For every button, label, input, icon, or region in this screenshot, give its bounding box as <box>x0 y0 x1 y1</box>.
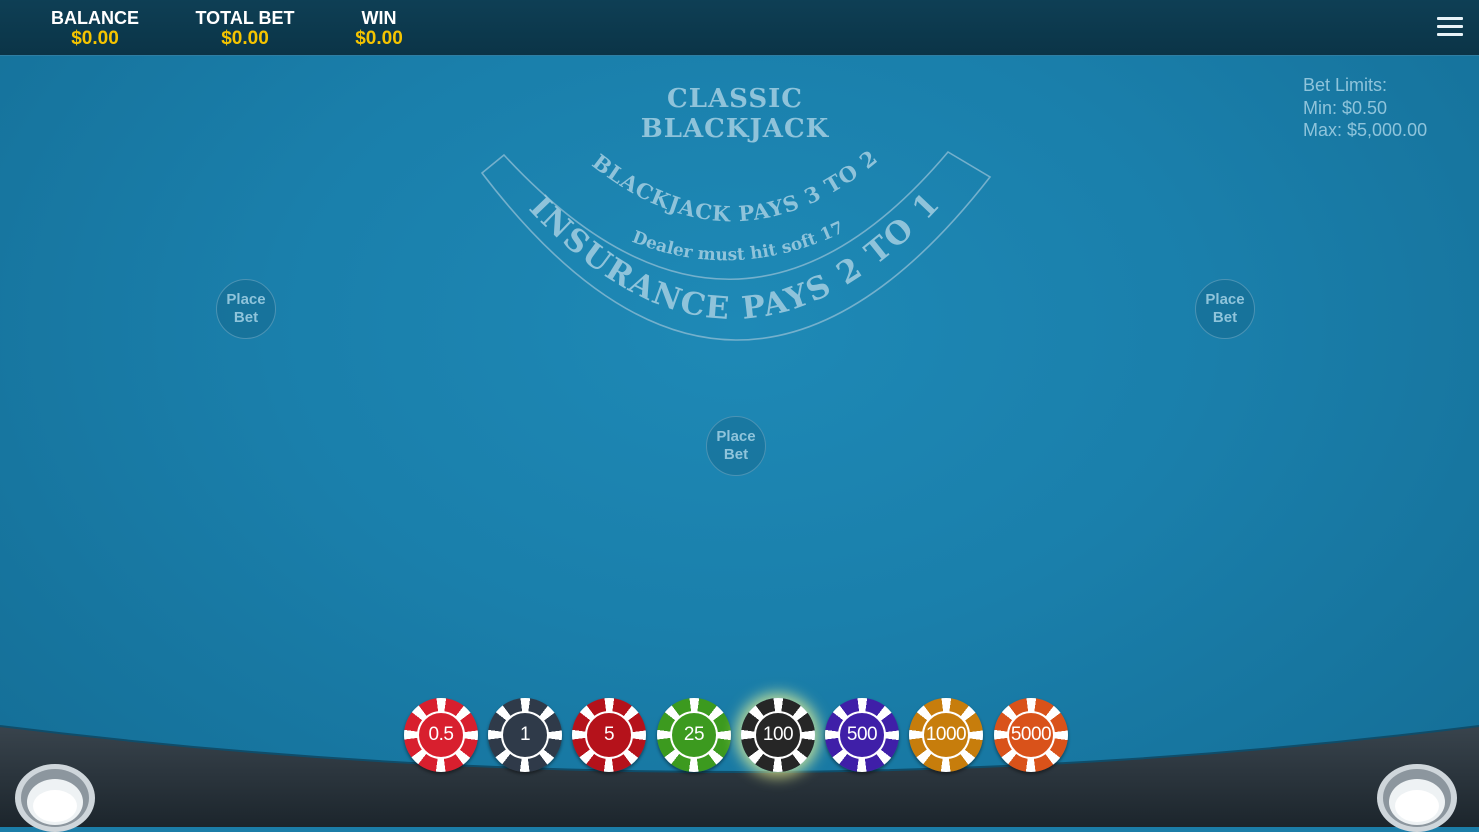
game-title-line1: CLASSIC <box>667 84 803 114</box>
balance-display: BALANCE $0.00 <box>50 8 140 49</box>
balance-value: $0.00 <box>71 28 119 49</box>
place-bet-label: Place <box>716 428 756 445</box>
chip-value: 0.5 <box>417 711 465 759</box>
chip-value: 5 <box>585 711 633 759</box>
balance-label: BALANCE <box>51 8 139 28</box>
cup-holder-right-icon <box>1377 764 1457 832</box>
place-bet-spot-left[interactable]: Place Bet <box>216 279 276 339</box>
total-bet-value: $0.00 <box>221 28 269 49</box>
place-bet-label: Bet <box>233 309 259 326</box>
chip-value: 1 <box>501 711 549 759</box>
place-bet-label: Bet <box>1212 309 1238 326</box>
chip-500[interactable]: 500 <box>825 698 899 772</box>
chip-value: 100 <box>754 711 802 759</box>
bet-limits: Bet Limits: Min: $0.50 Max: $5,000.00 <box>1303 74 1427 142</box>
win-display: WIN $0.00 <box>345 8 413 49</box>
chip-1[interactable]: 1 <box>488 698 562 772</box>
chip-value: 500 <box>838 711 886 759</box>
bet-limits-min: Min: $0.50 <box>1303 97 1388 118</box>
chip-value: 25 <box>670 711 718 759</box>
bet-limits-max: Max: $5,000.00 <box>1303 120 1428 140</box>
chip-5000[interactable]: 5000 <box>994 698 1068 772</box>
chip-100[interactable]: 100 <box>741 698 815 772</box>
top-bar: BALANCE $0.00 TOTAL BET $0.00 WIN $0.00 <box>0 0 1479 56</box>
bet-limits-label: Bet Limits: <box>1303 75 1388 95</box>
chip-0-5[interactable]: 0.5 <box>404 698 478 772</box>
chip-value: 1000 <box>922 711 970 759</box>
place-bet-label: Place <box>1205 291 1245 308</box>
chip-5[interactable]: 5 <box>572 698 646 772</box>
table-rail <box>0 725 1479 827</box>
blackjack-payout-text: BLACKJACK PAYS 3 TO 2 <box>588 144 883 226</box>
place-bet-spot-right[interactable]: Place Bet <box>1195 279 1255 339</box>
win-value: $0.00 <box>355 28 403 49</box>
place-bet-spot-center[interactable]: Place Bet <box>706 416 766 476</box>
table-rules-arc: BLACKJACK PAYS 3 TO 2 Dealer must hit so… <box>480 144 992 341</box>
cup-holder-left-icon <box>15 764 95 832</box>
place-bet-label: Bet <box>723 446 749 463</box>
chip-value: 5000 <box>1007 711 1055 759</box>
chip-1000[interactable]: 1000 <box>909 698 983 772</box>
total-bet-display: TOTAL BET $0.00 <box>193 8 297 49</box>
chip-25[interactable]: 25 <box>657 698 731 772</box>
place-bet-label: Place <box>226 291 266 308</box>
total-bet-label: TOTAL BET <box>195 8 295 28</box>
win-label: WIN <box>361 8 397 28</box>
hamburger-menu-icon[interactable] <box>1437 16 1463 38</box>
